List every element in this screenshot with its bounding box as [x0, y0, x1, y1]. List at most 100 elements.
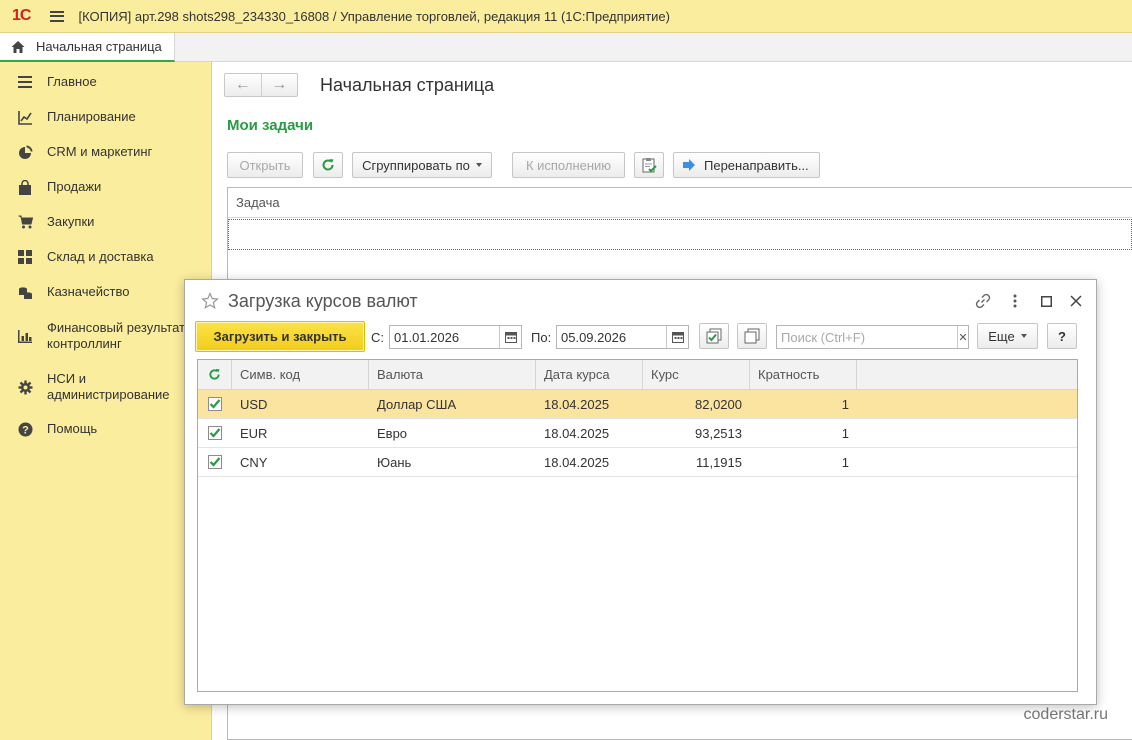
clear-search-icon[interactable]: ✕ — [957, 326, 968, 348]
column-header-multiplicity[interactable]: Кратность — [750, 360, 857, 389]
open-button[interactable]: Открыть — [227, 152, 303, 178]
forward-arrow-icon[interactable]: → — [260, 74, 298, 96]
sidebar-item-sales[interactable]: Продажи — [0, 179, 211, 195]
rate-date-cell: 18.04.2025 — [544, 396, 610, 412]
dialog-title: Загрузка курсов валют — [228, 291, 418, 311]
title-bar: 1С [КОПИЯ] арт.298 shots298_234330_16808… — [0, 0, 1132, 33]
pie-chart-icon — [17, 144, 33, 160]
close-icon[interactable] — [1067, 292, 1085, 310]
sidebar-item-label-line1: Финансовый результат и — [47, 320, 196, 335]
sidebar-item-crm[interactable]: CRM и маркетинг — [0, 144, 211, 160]
table-row[interactable]: CNY Юань 18.04.2025 11,1915 1 — [198, 448, 1077, 477]
sidebar-item-label: Закупки — [47, 214, 95, 229]
rate-cell: 93,2513 — [695, 425, 742, 441]
hamburger-menu-icon[interactable] — [50, 10, 65, 22]
gear-icon — [17, 379, 33, 395]
to-execution-button[interactable]: К исполнению — [512, 152, 625, 178]
uncheck-all-icon — [744, 328, 760, 344]
sidebar-item-nsi-admin[interactable]: НСИ и администрирование — [0, 371, 211, 403]
history-nav: ← → — [224, 73, 298, 97]
maximize-icon[interactable] — [1037, 292, 1055, 310]
table-header-row: Симв. код Валюта Дата курса Курс Кратнос… — [198, 360, 1077, 390]
load-and-close-button[interactable]: Загрузить и закрыть — [195, 321, 365, 352]
svg-text:?: ? — [22, 424, 29, 436]
row-checkbox-cell — [198, 419, 232, 447]
section-title: Мои задачи — [227, 117, 314, 134]
sidebar-item-label: Казначейство — [47, 284, 130, 299]
row-checkbox[interactable] — [208, 455, 222, 469]
sidebar-item-purchases[interactable]: Закупки — [0, 214, 211, 230]
sidebar: Главное Планирование CRM и маркетинг Про… — [0, 62, 212, 740]
sidebar-item-label-line2: контроллинг — [47, 336, 122, 351]
redirect-arrow-icon — [683, 159, 695, 171]
to-date-value[interactable]: 05.09.2026 — [557, 330, 666, 345]
column-header-task[interactable]: Задача — [228, 188, 1132, 218]
cart-icon — [17, 214, 33, 230]
row-checkbox[interactable] — [208, 426, 222, 440]
page-title: Начальная страница — [320, 75, 495, 95]
code-cell: USD — [240, 396, 268, 412]
clipboard-check-icon — [642, 158, 657, 173]
table-row[interactable] — [228, 219, 1132, 250]
check-all-button[interactable] — [699, 323, 729, 349]
calendar-icon[interactable] — [666, 326, 688, 348]
bar-chart-icon — [17, 328, 33, 344]
table-row[interactable]: USD Доллар США 18.04.2025 82,0200 1 — [198, 390, 1077, 419]
row-checkbox-cell — [198, 390, 232, 418]
home-icon — [11, 40, 25, 53]
back-arrow-icon[interactable]: ← — [225, 74, 261, 96]
calendar-icon[interactable] — [499, 326, 521, 348]
refresh-column-icon[interactable] — [198, 360, 232, 389]
column-header-rate[interactable]: Курс — [643, 360, 750, 389]
refresh-button[interactable] — [313, 152, 343, 178]
favorite-star-icon[interactable] — [201, 292, 219, 310]
check-all-icon — [706, 328, 722, 344]
sidebar-item-label: Помощь — [47, 421, 98, 436]
rate-date-cell: 18.04.2025 — [544, 454, 610, 470]
tab-home-page[interactable]: Начальная страница — [0, 33, 175, 62]
from-date-value[interactable]: 01.01.2026 — [390, 330, 499, 345]
task-done-button[interactable] — [634, 152, 664, 178]
app-logo: 1С — [12, 7, 31, 24]
window-title: [КОПИЯ] арт.298 shots298_234330_16808 / … — [78, 8, 670, 24]
help-button[interactable]: ? — [1047, 323, 1077, 349]
sidebar-item-treasury[interactable]: Казначейство — [0, 284, 211, 300]
currency-cell: Юань — [377, 454, 412, 470]
sidebar-item-main[interactable]: Главное — [0, 74, 211, 90]
sidebar-item-planning[interactable]: Планирование — [0, 109, 211, 125]
rate-date-cell: 18.04.2025 — [544, 425, 610, 441]
link-icon[interactable] — [974, 292, 992, 310]
group-by-button[interactable]: Сгруппировать по — [352, 152, 492, 178]
column-header-currency[interactable]: Валюта — [369, 360, 536, 389]
currency-rates-table: Симв. код Валюта Дата курса Курс Кратнос… — [197, 359, 1078, 692]
from-date-field[interactable]: 01.01.2026 — [389, 325, 522, 349]
redirect-button[interactable]: Перенаправить... — [673, 152, 820, 178]
more-vertical-icon[interactable] — [1006, 292, 1024, 310]
currency-cell: Евро — [377, 425, 408, 441]
multiplicity-cell: 1 — [841, 454, 849, 470]
sidebar-item-label: Главное — [47, 74, 97, 89]
search-box[interactable]: ✕ — [776, 325, 969, 349]
from-date-label: С: — [371, 330, 384, 345]
uncheck-all-button[interactable] — [737, 323, 767, 349]
table-row[interactable]: EUR Евро 18.04.2025 93,2513 1 — [198, 419, 1077, 448]
multiplicity-cell: 1 — [841, 425, 849, 441]
tab-bar: Начальная страница — [0, 33, 1132, 62]
row-checkbox[interactable] — [208, 397, 222, 411]
rate-cell: 82,0200 — [695, 396, 742, 412]
menu-lines-icon — [17, 74, 33, 90]
sidebar-item-warehouse[interactable]: Склад и доставка — [0, 249, 211, 265]
row-checkbox-cell — [198, 448, 232, 476]
search-input[interactable] — [777, 326, 957, 348]
to-date-field[interactable]: 05.09.2026 — [556, 325, 689, 349]
group-by-label: Сгруппировать по — [362, 157, 470, 173]
sidebar-item-help[interactable]: ? Помощь — [0, 421, 211, 437]
more-label: Еще — [988, 328, 1015, 344]
warehouse-grid-icon — [17, 249, 33, 265]
tab-label: Начальная страница — [36, 39, 162, 54]
more-button[interactable]: Еще — [977, 323, 1038, 349]
column-header-rate-date[interactable]: Дата курса — [536, 360, 643, 389]
sidebar-item-finance[interactable]: Финансовый результат и контроллинг — [0, 320, 211, 352]
sidebar-item-label-line2: администрирование — [47, 387, 170, 402]
column-header-code[interactable]: Симв. код — [232, 360, 369, 389]
